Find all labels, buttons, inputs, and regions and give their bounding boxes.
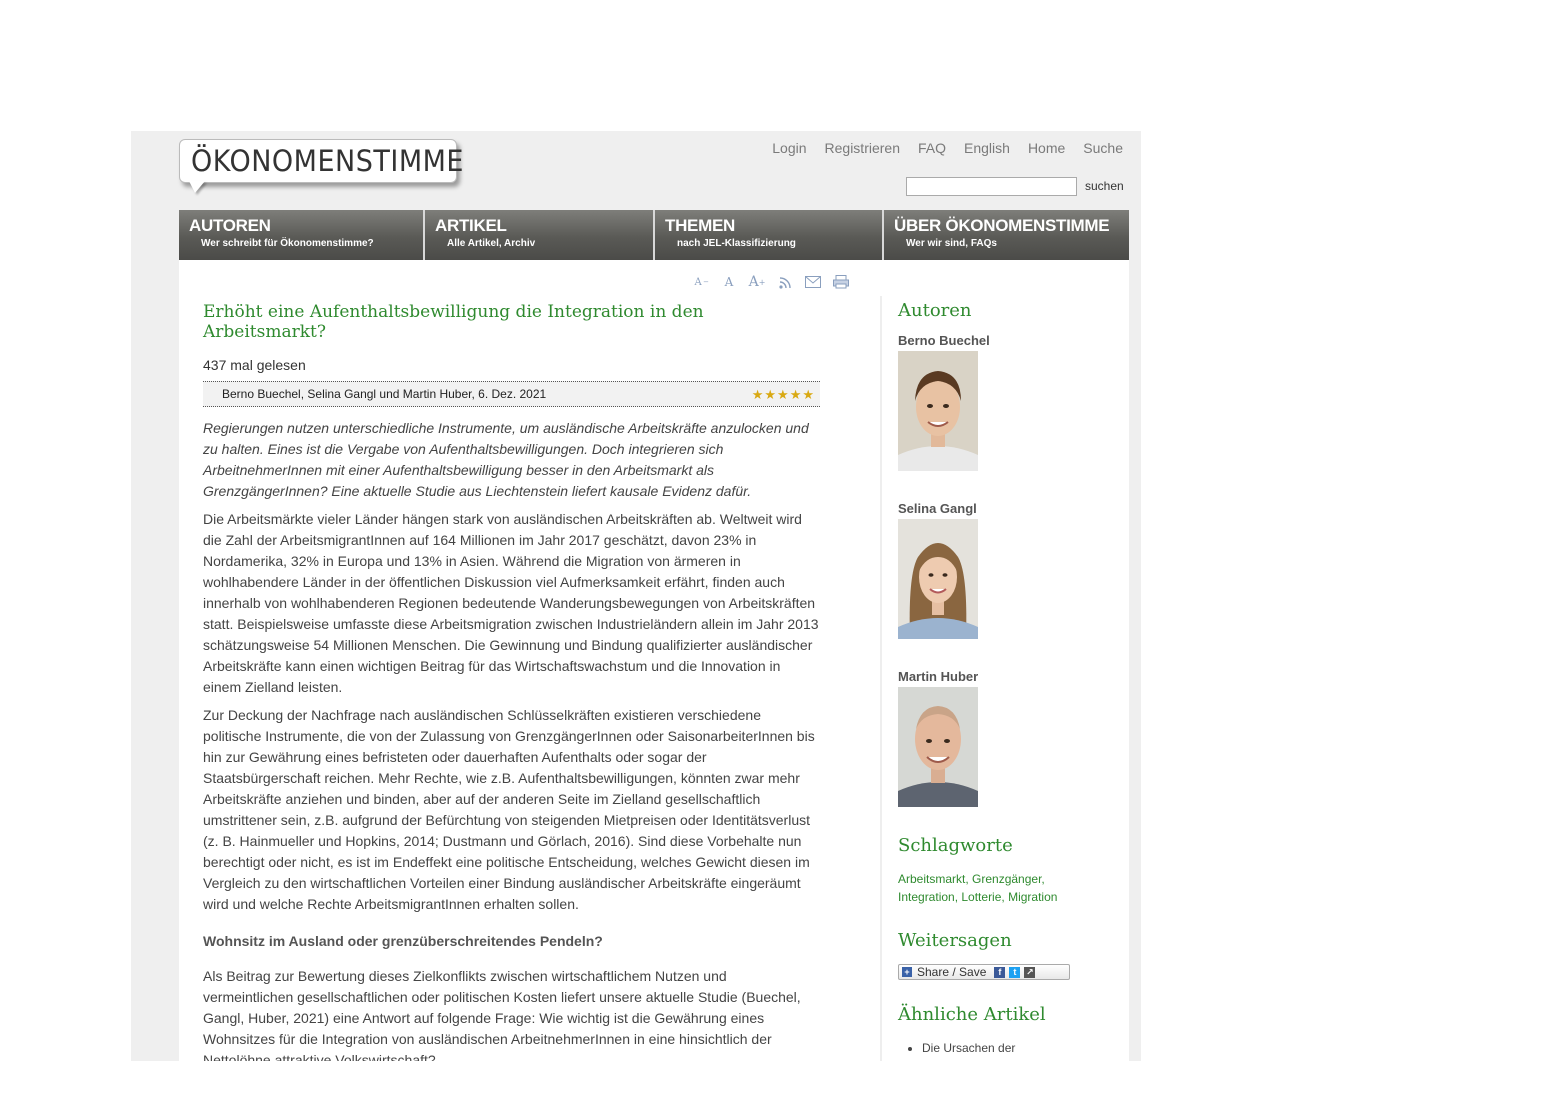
main-nav-articles-subtitle: Alle Artikel, Archiv [447,238,536,249]
font-reset-icon[interactable]: A [721,274,737,290]
byline: Berno Buechel, Selina Gangl und Martin H… [222,387,547,401]
main-nav-about-subtitle: Wer wir sind, FAQs [906,238,997,249]
search-button[interactable]: suchen [1085,179,1124,193]
main-nav-about-title: ÜBER ÖKONOMENSTIMME [894,216,1110,235]
article-lead: Regierungen nutzen unterschiedliche Inst… [203,420,809,499]
related-articles: Die Ursachen der [898,1041,1118,1055]
top-nav-register[interactable]: Registrieren [825,140,900,156]
twitter-icon[interactable]: t [1009,966,1021,978]
main-nav-articles-title: ARTIKEL [435,216,507,235]
rss-icon[interactable] [777,274,793,290]
share-heading: Weitersagen [898,930,1012,951]
star-icon[interactable]: ★ [790,388,802,401]
search-input[interactable] [906,177,1077,196]
site-logo[interactable]: ÖKONOMENSTIMME [179,139,464,193]
share-label: Share / Save [917,965,987,979]
email-icon[interactable] [805,274,821,290]
top-nav: Login Registrieren FAQ English Home Such… [772,140,1123,156]
rating-stars[interactable]: ★ ★ ★ ★ ★ [752,388,814,401]
main-nav-topics-title: THEMEN [665,216,735,235]
author-card: Selina Gangl [898,501,1118,639]
byline-bar: Berno Buechel, Selina Gangl und Martin H… [203,381,820,407]
main-nav: AUTOREN Wer schreibt für Ökonomenstimme?… [179,210,1129,260]
star-icon[interactable]: ★ [777,388,789,401]
main-nav-topics[interactable]: THEMEN nach JEL-Klassifizierung [655,210,884,260]
print-icon[interactable] [833,274,849,290]
font-increase-glyph: A [748,274,759,290]
author-photo-huber[interactable] [898,687,978,807]
main-nav-articles[interactable]: ARTIKEL Alle Artikel, Archiv [425,210,655,260]
top-nav-faq[interactable]: FAQ [918,140,946,156]
article-paragraph-3: Als Beitrag zur Bewertung dieses Zielkon… [203,968,801,1061]
page-frame: ÖKONOMENSTIMME Login Registrieren FAQ En… [131,131,1141,1061]
star-icon[interactable]: ★ [802,388,814,401]
share-icons: f t ↗ [994,966,1036,978]
tag-line-1[interactable]: Arbeitsmarkt, Grenzgänger, [898,870,1118,888]
main-nav-about[interactable]: ÜBER ÖKONOMENSTIMME Wer wir sind, FAQs [884,210,1129,260]
star-icon[interactable]: ★ [764,388,776,401]
article-tools: A − A A + [693,274,849,290]
share-plus-icon: + [902,967,912,977]
main-nav-authors[interactable]: AUTOREN Wer schreibt für Ökonomenstimme? [179,210,425,260]
font-decrease-icon[interactable]: A − [693,274,709,290]
tag-line-2[interactable]: Integration, Lotterie, Migration [898,888,1118,906]
article: Erhöht eine Aufenthaltsbewilligung die I… [203,302,820,1061]
read-count: 437 mal gelesen [203,357,306,373]
author-name-buechel[interactable]: Berno Buechel [898,333,1118,348]
sidebar: Autoren Berno Buechel Selina Gangl Marti… [898,300,1118,1055]
sidebar-divider [880,296,882,1061]
author-name-gangl[interactable]: Selina Gangl [898,501,1118,516]
authors-heading: Autoren [898,300,972,321]
logo-text: ÖKONOMENSTIMME [191,144,464,179]
author-card: Martin Huber [898,669,1118,807]
content-area: A − A A + Erhöht eine Aufenthaltsbewilligu… [179,260,1129,1061]
main-nav-topics-subtitle: nach JEL-Klassifizierung [677,238,796,249]
author-photo-gangl[interactable] [898,519,978,639]
related-heading: Ähnliche Artikel [898,1004,1046,1025]
article-paragraph-1: Die Arbeitsmärkte vieler Länder hängen s… [203,511,819,695]
author-card: Berno Buechel [898,333,1118,471]
font-decrease-glyph: A [694,276,702,288]
facebook-icon[interactable]: f [994,966,1006,978]
tag-list: Arbeitsmarkt, Grenzgänger, Integration, … [898,870,1118,906]
article-paragraph-2: Zur Deckung der Nachfrage nach ausländis… [203,707,815,912]
share-arrow-icon[interactable]: ↗ [1024,966,1036,978]
top-nav-login[interactable]: Login [772,140,806,156]
star-icon[interactable]: ★ [752,388,764,401]
font-reset-glyph: A [724,275,734,289]
top-nav-search[interactable]: Suche [1083,140,1123,156]
logo-bubble-tail [189,181,205,193]
top-nav-home[interactable]: Home [1028,140,1065,156]
author-photo-buechel[interactable] [898,351,978,471]
article-subheading: Wohnsitz im Ausland oder grenzüberschrei… [203,933,603,949]
main-nav-authors-title: AUTOREN [189,216,271,235]
top-nav-english[interactable]: English [964,140,1010,156]
author-name-huber[interactable]: Martin Huber [898,669,1118,684]
article-title: Erhöht eine Aufenthaltsbewilligung die I… [203,302,704,342]
main-nav-authors-subtitle: Wer schreibt für Ökonomenstimme? [201,238,374,249]
share-save-button[interactable]: + Share / Save f t ↗ [898,964,1070,980]
tags-heading: Schlagworte [898,835,1013,856]
font-increase-icon[interactable]: A + [748,274,766,290]
related-article-item[interactable]: Die Ursachen der [922,1041,1118,1055]
